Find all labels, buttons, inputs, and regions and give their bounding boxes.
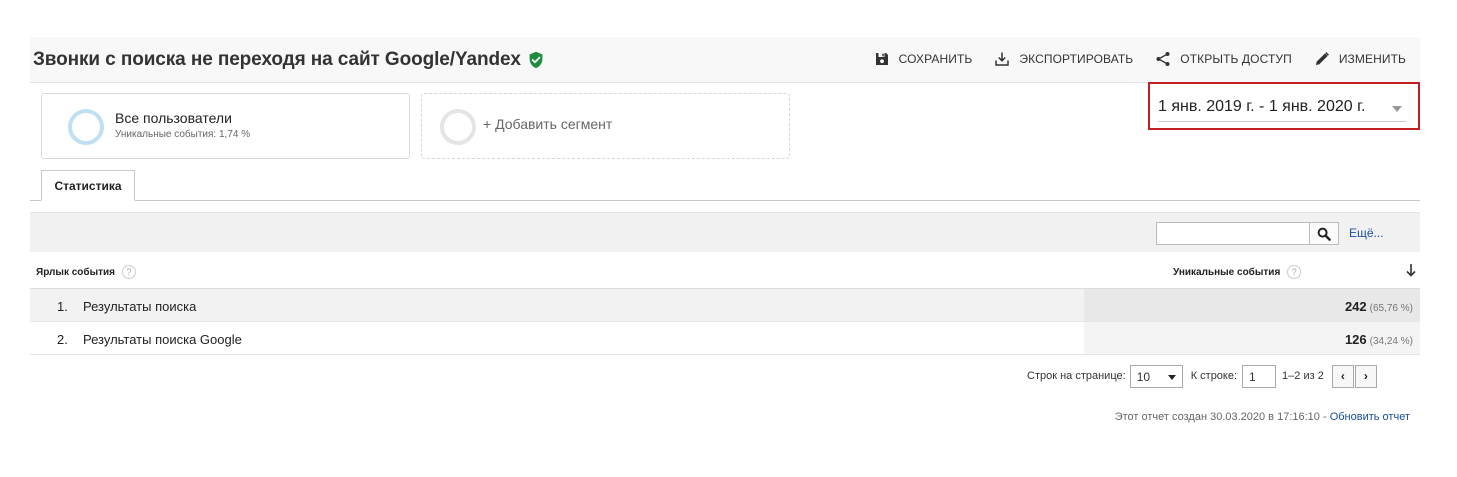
row-event-label-link[interactable]: Результаты поиска Google bbox=[83, 332, 242, 347]
column-unique-events[interactable]: Уникальные события ? bbox=[1173, 265, 1302, 279]
add-segment-button[interactable]: + Добавить сегмент bbox=[421, 93, 790, 159]
share-icon bbox=[1156, 52, 1170, 66]
share-label: ОТКРЫТЬ ДОСТУП bbox=[1180, 52, 1292, 66]
add-segment-label: + Добавить сегмент bbox=[483, 116, 613, 132]
search-icon bbox=[1317, 227, 1331, 241]
save-button[interactable]: СОХРАНИТЬ bbox=[874, 51, 973, 67]
goto-row-label: К строке: bbox=[1190, 370, 1238, 382]
column-event-label[interactable]: Ярлык события ? bbox=[36, 265, 136, 279]
sort-descending-icon[interactable] bbox=[1404, 262, 1418, 278]
row-event-label-link[interactable]: Результаты поиска bbox=[83, 299, 196, 314]
row-percent: (65,76 %) bbox=[1369, 303, 1413, 314]
help-icon[interactable]: ? bbox=[122, 265, 136, 279]
row-unique-events: 126 (34,24 %) bbox=[1345, 332, 1413, 347]
rows-per-page-select[interactable]: 10 bbox=[1129, 364, 1183, 388]
row-unique-events: 242 (65,76 %) bbox=[1345, 299, 1413, 314]
rows-per-page-label: Строк на странице: bbox=[1027, 370, 1126, 382]
table-row: 2. Результаты поиска Google 126 (34,24 %) bbox=[30, 322, 1420, 355]
report-actions: СОХРАНИТЬ ЭКСПОРТИРОВАТЬ ОТКРЫТЬ ДОСТУП bbox=[852, 51, 1406, 67]
column-event-label-text: Ярлык события bbox=[36, 266, 115, 278]
export-button[interactable]: ЭКСПОРТИРОВАТЬ bbox=[994, 51, 1133, 67]
caret-down-icon bbox=[1392, 106, 1402, 112]
segment-all-users[interactable]: Все пользователи Уникальные события: 1,7… bbox=[41, 93, 410, 159]
segment-name: Все пользователи bbox=[115, 110, 232, 126]
edit-button[interactable]: ИЗМЕНИТЬ bbox=[1314, 51, 1406, 67]
date-range-underline bbox=[1158, 121, 1406, 122]
tab-statistics[interactable]: Статистика bbox=[41, 170, 135, 201]
segment-empty-ring-icon bbox=[440, 109, 476, 145]
pencil-icon bbox=[1315, 52, 1329, 65]
help-icon[interactable]: ? bbox=[1287, 265, 1302, 279]
save-label: СОХРАНИТЬ bbox=[898, 52, 973, 66]
table-toolbar: Ещё... bbox=[30, 212, 1420, 252]
row-value: 242 bbox=[1344, 299, 1367, 314]
row-number: 2. bbox=[57, 332, 68, 347]
row-value: 126 bbox=[1344, 332, 1367, 347]
search-button[interactable] bbox=[1309, 222, 1339, 245]
segment-subtitle: Уникальные события: 1,74 % bbox=[115, 129, 251, 140]
table-header: Ярлык события ? Уникальные события ? bbox=[30, 252, 1420, 289]
report-footer: Этот отчет создан 30.03.2020 в 17:16:10 … bbox=[1115, 411, 1410, 423]
report-title-text: Звонки с поиска не переходя на сайт Goog… bbox=[33, 49, 521, 70]
report-title: Звонки с поиска не переходя на сайт Goog… bbox=[33, 49, 545, 71]
page-range: 1–2 из 2 bbox=[1282, 370, 1324, 382]
goto-row-input[interactable]: 1 bbox=[1242, 364, 1277, 388]
share-button[interactable]: ОТКРЫТЬ ДОСТУП bbox=[1155, 51, 1292, 67]
download-icon bbox=[995, 52, 1010, 66]
report: Звонки с поиска не переходя на сайт Goog… bbox=[30, 37, 1420, 432]
row-number: 1. bbox=[57, 299, 68, 314]
caret-down-icon bbox=[1167, 374, 1176, 380]
page-nav: ‹ › bbox=[1331, 364, 1377, 388]
date-range-picker[interactable]: 1 янв. 2019 г. - 1 янв. 2020 г. bbox=[1148, 82, 1420, 130]
pagination: Строк на странице: 10 К строке: 1 1–2 из… bbox=[1027, 364, 1377, 388]
rows-per-page-value: 10 bbox=[1136, 369, 1151, 384]
export-label: ЭКСПОРТИРОВАТЬ bbox=[1019, 52, 1134, 66]
column-unique-events-text: Уникальные события bbox=[1173, 266, 1281, 278]
date-range-text: 1 янв. 2019 г. - 1 янв. 2020 г. bbox=[1158, 98, 1366, 115]
tabs-divider bbox=[30, 200, 1420, 201]
report-created-text: Этот отчет создан 30.03.2020 в 17:16:10 … bbox=[1114, 411, 1330, 423]
next-page-button[interactable]: › bbox=[1354, 364, 1377, 388]
prev-page-button[interactable]: ‹ bbox=[1331, 364, 1354, 388]
table-row: 1. Результаты поиска 242 (65,76 %) bbox=[30, 289, 1420, 322]
row-percent: (34,24 %) bbox=[1369, 336, 1413, 347]
floppy-disk-icon bbox=[875, 53, 888, 65]
table-search-input[interactable] bbox=[1156, 222, 1310, 245]
segment-ring-icon bbox=[68, 109, 104, 145]
verified-shield-icon bbox=[529, 51, 543, 69]
more-options-link[interactable]: Ещё... bbox=[1349, 226, 1384, 240]
edit-label: ИЗМЕНИТЬ bbox=[1338, 52, 1406, 66]
refresh-report-link[interactable]: Обновить отчет bbox=[1330, 411, 1410, 423]
report-header: Звонки с поиска не переходя на сайт Goog… bbox=[30, 37, 1420, 83]
